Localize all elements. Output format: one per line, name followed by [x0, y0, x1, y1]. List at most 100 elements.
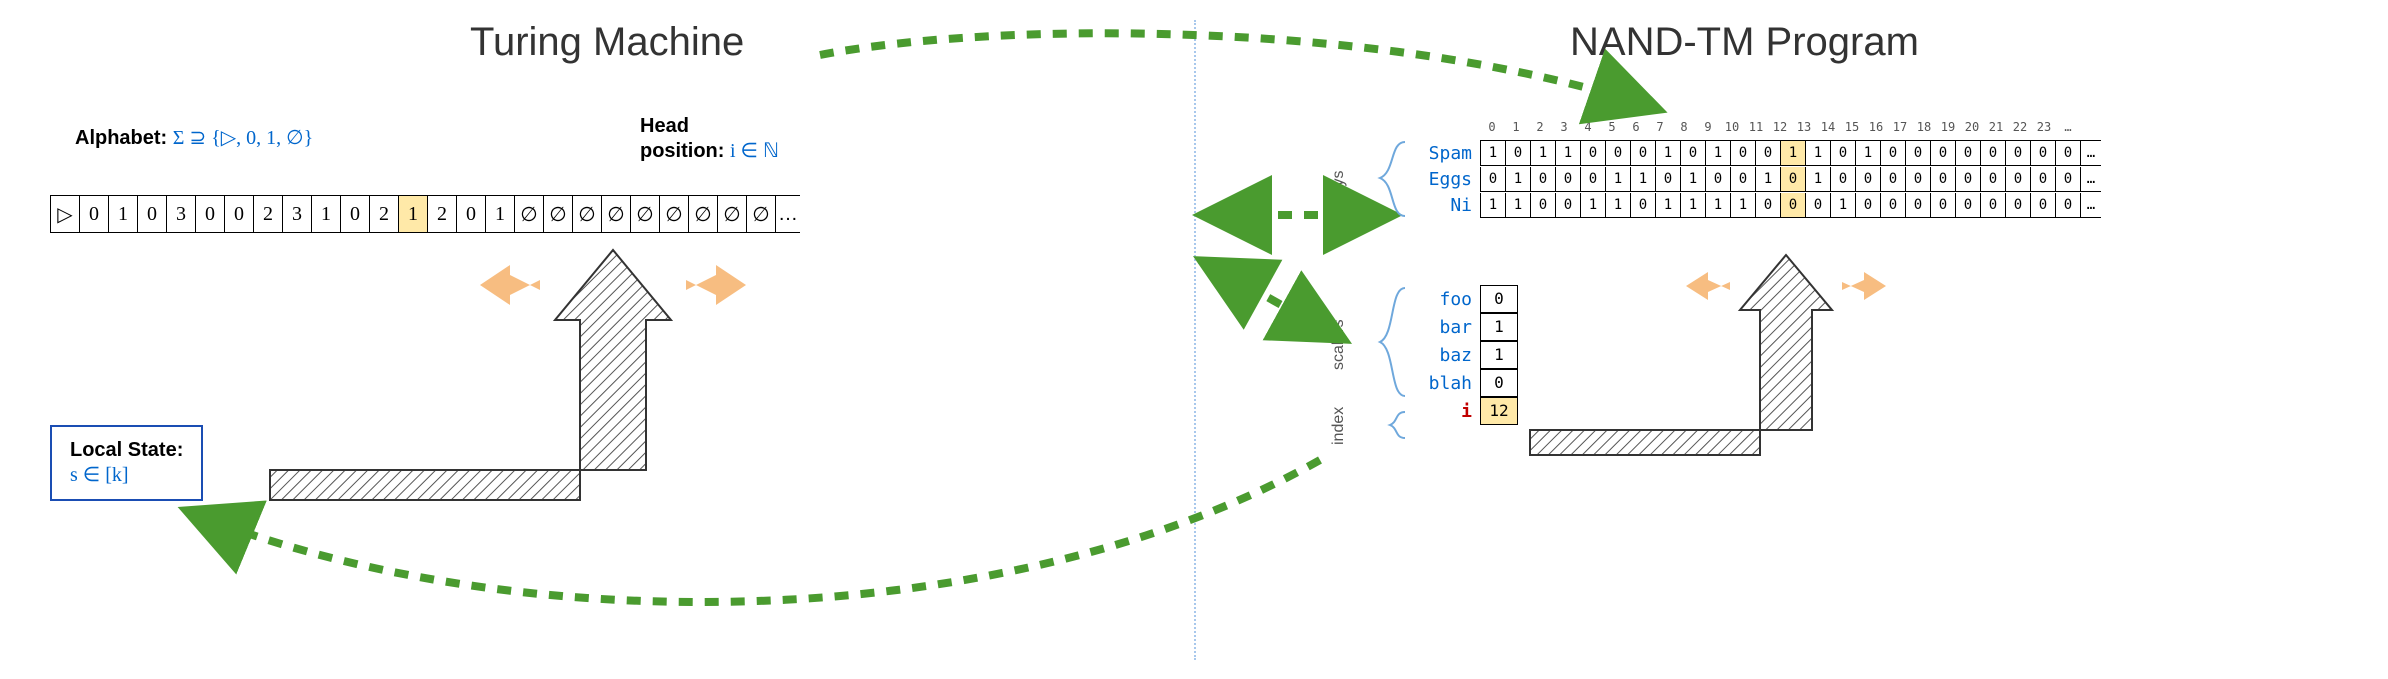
- array-cell: 0: [1806, 193, 1831, 217]
- alphabet-text: Alphabet:: [75, 127, 167, 149]
- col-header: 1: [1504, 120, 1528, 134]
- tape-cell: ∅: [631, 196, 660, 232]
- array-cell: 1: [1856, 141, 1881, 165]
- array-cell: 0: [1881, 167, 1906, 191]
- green-arc-diag: [1200, 260, 1345, 340]
- array-dots: …: [2081, 193, 2101, 217]
- col-header: 22: [2008, 120, 2032, 134]
- col-header: 20: [1960, 120, 1984, 134]
- array-cell: 1: [1831, 193, 1856, 217]
- array-cell: 1: [1480, 141, 1506, 165]
- array-cell: 0: [1906, 141, 1931, 165]
- array-cell: 1: [1781, 141, 1806, 165]
- array-cell: 0: [2006, 141, 2031, 165]
- array-cell: 0: [1731, 141, 1756, 165]
- tape-cell: ∅: [747, 196, 776, 232]
- array-cell: 0: [1956, 141, 1981, 165]
- scalar-cell: 1: [1480, 341, 1518, 369]
- array-cell: 0: [1956, 167, 1981, 191]
- tape-cell: 0: [341, 196, 370, 232]
- array-cell: 0: [1631, 141, 1656, 165]
- array-cell: 0: [1856, 167, 1881, 191]
- head-text-1: Head: [640, 115, 689, 137]
- array-cell: 0: [1631, 193, 1656, 217]
- tape-cell: 0: [196, 196, 225, 232]
- array-cell: 1: [1606, 167, 1631, 191]
- col-header-dots: …: [2056, 120, 2080, 134]
- array-cell: 0: [1531, 167, 1556, 191]
- col-header: 12: [1768, 120, 1792, 134]
- array-cell: 0: [2031, 141, 2056, 165]
- right-move-left-icon: [1686, 272, 1730, 300]
- array-cell: 0: [2056, 193, 2081, 217]
- tape-cell: ∅: [515, 196, 544, 232]
- arrays-vertical-label: arrays: [1330, 171, 1348, 215]
- col-header: 2: [1528, 120, 1552, 134]
- array-column-headers: 01234567891011121314151617181920212223…: [1480, 120, 2080, 134]
- index-vertical-label: index: [1330, 407, 1348, 445]
- array-cell: 1: [1806, 167, 1831, 191]
- left-move-right-icon: [686, 265, 746, 305]
- col-header: 6: [1624, 120, 1648, 134]
- array-cell: 0: [2031, 193, 2056, 217]
- array-cell: 1: [1506, 193, 1531, 217]
- array-cell: 1: [1681, 193, 1706, 217]
- center-divider: [1194, 20, 1196, 660]
- array-cell: 0: [1756, 193, 1781, 217]
- scalar-name: blah: [1412, 373, 1480, 394]
- scalar-row: baz1: [1412, 341, 1518, 369]
- arrays-table: Spam101100010100110100000000…Eggs0100011…: [1412, 140, 2101, 218]
- local-state-label: Local State:: [70, 439, 183, 462]
- scalars-table: foo0bar1baz1blah0i12: [1412, 285, 1518, 425]
- array-cell: 1: [1656, 193, 1681, 217]
- col-header: 13: [1792, 120, 1816, 134]
- array-cell: 1: [1706, 193, 1731, 217]
- array-cell: 0: [2031, 167, 2056, 191]
- array-name: Eggs: [1412, 169, 1480, 190]
- scalar-name: baz: [1412, 345, 1480, 366]
- col-header: 19: [1936, 120, 1960, 134]
- array-cell: 0: [1756, 141, 1781, 165]
- col-header: 7: [1648, 120, 1672, 134]
- right-move-right-icon: [1842, 272, 1886, 300]
- scalar-cell: 1: [1480, 313, 1518, 341]
- array-cell: 0: [2006, 167, 2031, 191]
- array-cell: 1: [1806, 141, 1831, 165]
- array-cell: 0: [1931, 141, 1956, 165]
- array-dots: …: [2081, 141, 2101, 165]
- array-cell: 0: [1606, 141, 1631, 165]
- col-header: 11: [1744, 120, 1768, 134]
- tape-cell: 3: [283, 196, 312, 232]
- tape-cell: 1: [109, 196, 138, 232]
- head-math: i ∈ ℕ: [730, 140, 779, 162]
- left-title: Turing Machine: [470, 20, 744, 65]
- array-row: Spam101100010100110100000000…: [1412, 140, 2101, 166]
- array-cell: 0: [1506, 141, 1531, 165]
- local-state-box: Local State: s ∈ [k]: [50, 425, 203, 501]
- tape-cell: 2: [254, 196, 283, 232]
- array-cell: 0: [1981, 193, 2006, 217]
- tape-cell: 3: [167, 196, 196, 232]
- array-cell: 0: [1681, 141, 1706, 165]
- left-move-left-icon: [480, 265, 540, 305]
- array-cell: 0: [1856, 193, 1881, 217]
- index-cell: 12: [1480, 397, 1518, 425]
- tape-cell: ∅: [718, 196, 747, 232]
- col-header: 21: [1984, 120, 2008, 134]
- array-cell: 0: [1881, 141, 1906, 165]
- array-cell: 0: [1981, 167, 2006, 191]
- scalar-row: foo0: [1412, 285, 1518, 313]
- tape-cell: 1: [312, 196, 341, 232]
- index-row: i12: [1412, 397, 1518, 425]
- array-row: Ni110011011110001000000000…: [1412, 192, 2101, 218]
- tape-cell: ∅: [660, 196, 689, 232]
- array-cell: 1: [1756, 167, 1781, 191]
- scalar-name: bar: [1412, 317, 1480, 338]
- array-cell: 1: [1681, 167, 1706, 191]
- array-dots: …: [2081, 167, 2101, 191]
- array-cell: 0: [1906, 193, 1931, 217]
- tape-cell: ▷: [50, 196, 80, 232]
- arrays-brace: [1380, 142, 1405, 216]
- scalars-vertical-label: scalars: [1330, 319, 1348, 370]
- col-header: 9: [1696, 120, 1720, 134]
